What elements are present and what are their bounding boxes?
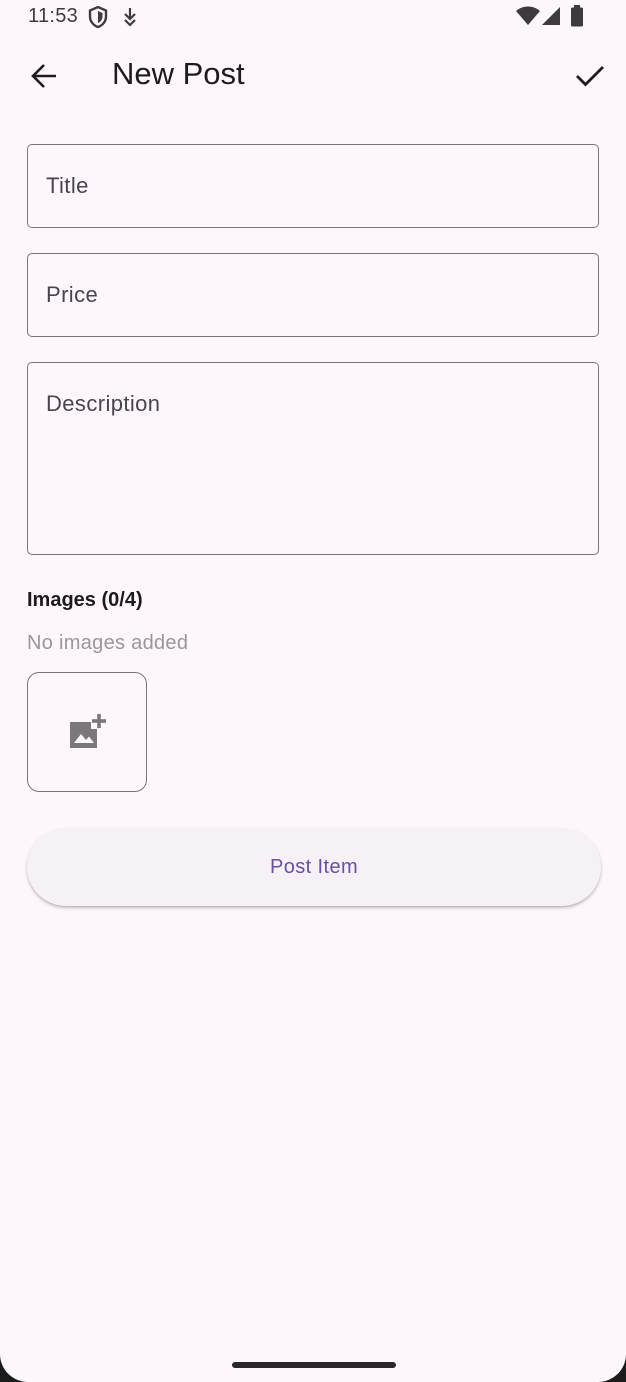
status-time: 11:53 — [28, 5, 79, 27]
wifi-icon — [516, 6, 540, 25]
battery-icon — [571, 5, 583, 27]
title-input[interactable] — [28, 145, 598, 227]
new-post-screen: 11:53 New Post Title Price Description I… — [0, 0, 626, 1382]
app-bar: New Post — [0, 34, 626, 118]
description-field — [27, 362, 599, 555]
confirm-button[interactable] — [566, 52, 614, 100]
add-photo-icon — [70, 714, 106, 748]
add-image-button[interactable] — [27, 672, 147, 792]
status-bar: 11:53 — [0, 0, 626, 34]
back-button[interactable] — [20, 52, 68, 100]
signal-icon — [542, 7, 560, 25]
price-input[interactable] — [28, 254, 598, 336]
shield-icon — [88, 6, 108, 28]
description-input[interactable] — [28, 363, 598, 554]
images-empty-text: No images added — [27, 632, 189, 654]
gesture-navigation-bar[interactable] — [232, 1362, 396, 1368]
price-field — [27, 253, 599, 337]
arrow-back-icon — [31, 64, 56, 88]
title-field — [27, 144, 599, 228]
download-arrow-icon — [124, 8, 136, 27]
check-icon — [576, 66, 604, 87]
page-title: New Post — [112, 56, 245, 91]
post-item-button[interactable]: Post Item — [27, 828, 601, 906]
images-heading: Images (0/4) — [27, 589, 143, 611]
